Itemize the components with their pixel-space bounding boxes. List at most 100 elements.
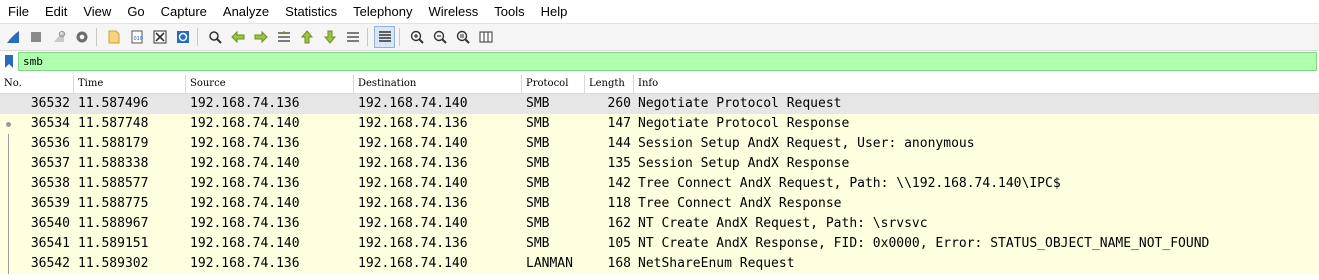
back-arrow-icon[interactable] (227, 26, 248, 48)
menu-statistics[interactable]: Statistics (277, 0, 345, 23)
shark-fin-icon[interactable] (2, 26, 23, 48)
column-header-destination[interactable]: Destination (354, 75, 522, 93)
packet-info: Tree Connect AndX Response (638, 196, 842, 211)
resize-columns-icon[interactable] (475, 26, 496, 48)
stop-icon[interactable] (25, 26, 46, 48)
packet-protocol: SMB (526, 196, 550, 211)
menu-tools[interactable]: Tools (486, 0, 532, 23)
packet-source: 192.168.74.140 (190, 156, 300, 171)
packet-protocol: SMB (526, 156, 550, 171)
packet-source: 192.168.74.140 (190, 236, 300, 251)
packet-source: 192.168.74.136 (190, 176, 300, 191)
packet-no: 36538 (30, 176, 70, 191)
packet-protocol: SMB (526, 176, 550, 191)
packet-destination: 192.168.74.136 (358, 116, 468, 131)
packet-destination: 192.168.74.140 (358, 176, 468, 191)
goto-packet-icon[interactable] (273, 26, 294, 48)
menu-go[interactable]: Go (119, 0, 152, 23)
packet-info: Negotiate Protocol Response (638, 116, 850, 131)
packet-length: 105 (607, 236, 631, 251)
packet-time: 11.589302 (78, 256, 149, 271)
packet-info: Tree Connect AndX Request, Path: \\192.1… (638, 176, 1061, 191)
packet-row[interactable]: 36540 11.588967 192.168.74.136 192.168.7… (0, 214, 1319, 234)
packet-no: 36534 (30, 116, 70, 131)
packet-no: 36537 (30, 156, 70, 171)
menu-wireless[interactable]: Wireless (420, 0, 486, 23)
packet-source: 192.168.74.136 (190, 136, 300, 151)
forward-arrow-icon[interactable] (250, 26, 271, 48)
packet-length: 260 (607, 96, 631, 111)
packet-list-header: No. Time Source Destination Protocol Len… (0, 75, 1319, 94)
packet-length: 118 (607, 196, 631, 211)
packet-length: 168 (607, 256, 631, 271)
packet-destination: 192.168.74.140 (358, 216, 468, 231)
open-file-icon[interactable] (103, 26, 124, 48)
menu-help[interactable]: Help (533, 0, 576, 23)
menu-view[interactable]: View (75, 0, 119, 23)
packet-time: 11.588338 (78, 156, 149, 171)
packet-protocol: SMB (526, 96, 550, 111)
menu-analyze[interactable]: Analyze (215, 0, 277, 23)
packet-row[interactable]: 36536 11.588179 192.168.74.136 192.168.7… (0, 134, 1319, 154)
packet-length: 135 (607, 156, 631, 171)
packet-row[interactable]: 36542 11.589302 192.168.74.136 192.168.7… (0, 254, 1319, 274)
zoom-normal-icon[interactable] (452, 26, 473, 48)
menu-capture[interactable]: Capture (153, 0, 215, 23)
packet-destination: 192.168.74.136 (358, 156, 468, 171)
autoscroll-icon[interactable] (342, 26, 363, 48)
packet-row[interactable]: 36539 11.588775 192.168.74.140 192.168.7… (0, 194, 1319, 214)
first-packet-icon[interactable] (296, 26, 317, 48)
options-gear-icon[interactable] (71, 26, 92, 48)
menu-telephony[interactable]: Telephony (345, 0, 420, 23)
column-header-source[interactable]: Source (186, 75, 354, 93)
column-header-length[interactable]: Length (585, 75, 634, 93)
packet-row[interactable]: 36534 11.587748 192.168.74.140 192.168.7… (0, 114, 1319, 134)
packet-row[interactable]: 36537 11.588338 192.168.74.140 192.168.7… (0, 154, 1319, 174)
packet-length: 142 (607, 176, 631, 191)
reload-icon[interactable] (172, 26, 193, 48)
packet-source: 192.168.74.140 (190, 116, 300, 131)
packet-source: 192.168.74.140 (190, 196, 300, 211)
menu-edit[interactable]: Edit (37, 0, 75, 23)
packet-source: 192.168.74.136 (190, 256, 300, 271)
main-toolbar: 010 (0, 23, 1319, 51)
zoom-in-icon[interactable] (406, 26, 427, 48)
packet-length: 147 (607, 116, 631, 131)
packet-destination: 192.168.74.140 (358, 256, 468, 271)
find-icon[interactable] (204, 26, 225, 48)
menu-bar: File Edit View Go Capture Analyze Statis… (0, 0, 1319, 23)
toolbar-separator (367, 28, 368, 46)
display-filter-input[interactable] (18, 52, 1317, 71)
packet-rows: 36532 11.587496 192.168.74.136 192.168.7… (0, 94, 1319, 274)
packet-row[interactable]: 36541 11.589151 192.168.74.140 192.168.7… (0, 234, 1319, 254)
packet-row[interactable]: 36538 11.588577 192.168.74.136 192.168.7… (0, 174, 1319, 194)
packet-time: 11.588775 (78, 196, 149, 211)
packet-source: 192.168.74.136 (190, 216, 300, 231)
packet-row[interactable]: 36532 11.587496 192.168.74.136 192.168.7… (0, 94, 1319, 114)
packet-destination: 192.168.74.140 (358, 136, 468, 151)
zoom-out-icon[interactable] (429, 26, 450, 48)
bookmark-icon[interactable] (2, 52, 16, 71)
packet-time: 11.587748 (78, 116, 149, 131)
packet-time: 11.587496 (78, 96, 149, 111)
column-header-protocol[interactable]: Protocol (522, 75, 585, 93)
colorize-icon[interactable] (374, 26, 395, 48)
column-header-info[interactable]: Info (634, 75, 1319, 93)
column-header-time[interactable]: Time (74, 75, 186, 93)
last-packet-icon[interactable] (319, 26, 340, 48)
display-filter-bar (0, 51, 1319, 72)
packet-protocol: SMB (526, 216, 550, 231)
packet-protocol: SMB (526, 136, 550, 151)
packet-destination: 192.168.74.136 (358, 236, 468, 251)
menu-file[interactable]: File (0, 0, 37, 23)
packet-info: NT Create AndX Response, FID: 0x0000, Er… (638, 236, 1210, 251)
packet-source: 192.168.74.136 (190, 96, 300, 111)
packet-length: 144 (607, 136, 631, 151)
restart-icon[interactable] (48, 26, 69, 48)
close-file-icon[interactable] (149, 26, 170, 48)
packet-destination: 192.168.74.136 (358, 196, 468, 211)
save-file-icon[interactable]: 010 (126, 26, 147, 48)
packet-time: 11.588577 (78, 176, 149, 191)
packet-destination: 192.168.74.140 (358, 96, 468, 111)
column-header-no[interactable]: No. (0, 75, 74, 93)
